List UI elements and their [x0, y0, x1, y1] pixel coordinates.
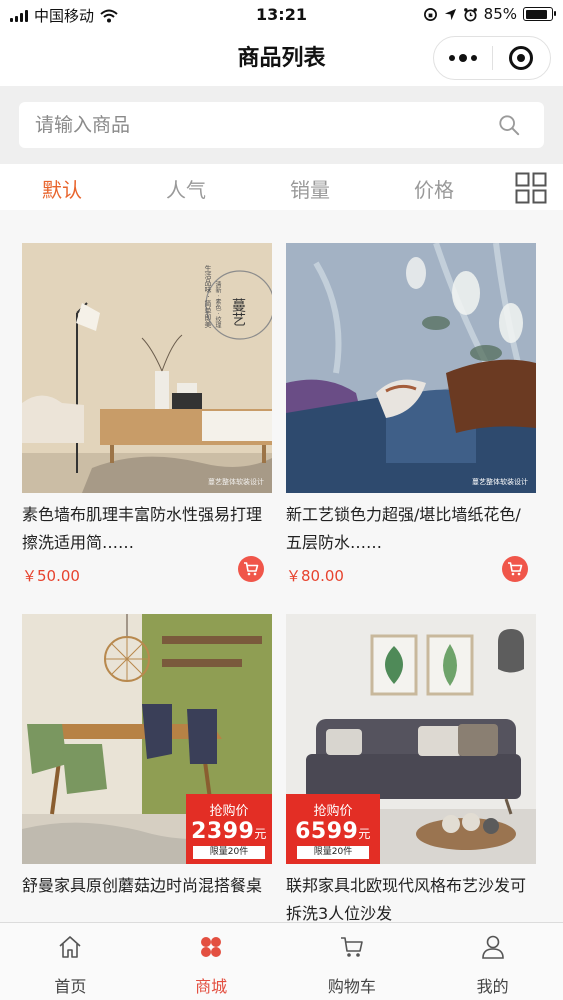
sort-tab-popularity[interactable]: 人气 [146, 174, 226, 203]
tab-label: 商城 [195, 977, 228, 996]
promo-price: 2399 [191, 819, 255, 844]
cart-icon [340, 937, 363, 957]
mini-program-capsule [433, 36, 551, 80]
tab-label: 购物车 [327, 977, 376, 996]
battery-percent: 85% [483, 5, 517, 23]
sort-bar: 默认 人气 销量 价格 [0, 164, 563, 210]
more-options-icon[interactable] [434, 53, 492, 62]
search-box [19, 102, 544, 148]
cart-icon [244, 562, 259, 576]
brand-tag-text: 清新 · 素色 · 纹理 [214, 281, 221, 329]
tab-label: 首页 [54, 977, 87, 996]
promo-tag: 抢购价 [209, 804, 249, 819]
promo-limit: 限量20件 [193, 846, 265, 859]
home-icon [59, 936, 81, 958]
status-bar: 中国移动 13:21 85% [0, 0, 563, 30]
product-name[interactable]: 素色墙布肌理丰富防水性强易打理擦洗适用简…… [22, 501, 272, 557]
product-grid: 蔓艺 生活品味 · 简单即美 清新 · 素色 · 纹理 蔓艺整体软装设计 素色墙… [0, 210, 563, 922]
product-card[interactable]: 抢购价 6599元 限量20件 联邦家具北欧现代风格布艺沙发可拆洗3人位沙发 [286, 614, 536, 922]
bottom-tab-bar: 首页 商城 购物车 我的 [0, 922, 563, 1000]
navigation-bar: 商品列表 [0, 30, 563, 86]
product-card[interactable]: 蔓艺 生活品味 · 简单即美 清新 · 素色 · 纹理 蔓艺整体软装设计 素色墙… [22, 243, 272, 586]
sort-tab-sales[interactable]: 销量 [270, 174, 350, 203]
product-image[interactable]: 蔓艺 生活品味 · 简单即美 清新 · 素色 · 纹理 蔓艺整体软装设计 [22, 243, 272, 493]
tab-label: 我的 [476, 977, 509, 996]
sort-tab-default[interactable]: 默认 [22, 174, 102, 203]
target-icon [509, 46, 534, 70]
product-card[interactable]: 蔓艺整体软装设计 新工艺锁色力超强/堪比墙纸花色/五层防水…… ￥80.00 [286, 243, 536, 586]
search-bar [0, 86, 563, 164]
promo-badge: 抢购价 6599元 限量20件 [286, 794, 380, 864]
product-price: ￥50.00 [22, 567, 80, 585]
promo-tag: 抢购价 [313, 804, 353, 819]
brand-logo-text: 蔓艺 [230, 298, 246, 326]
sort-tab-price[interactable]: 价格 [394, 174, 474, 203]
product-name[interactable]: 舒曼家具原创蘑菇边时尚混搭餐桌 [22, 872, 272, 922]
alarm-icon [463, 7, 477, 21]
search-icon[interactable] [498, 114, 520, 136]
promo-badge: 抢购价 2399元 限量20件 [186, 794, 272, 864]
product-name[interactable]: 联邦家具北欧现代风格布艺沙发可拆洗3人位沙发 [286, 872, 536, 922]
battery-icon [523, 7, 556, 21]
location-icon [444, 8, 456, 20]
mall-icon [201, 937, 222, 957]
promo-unit: 元 [254, 827, 267, 841]
tab-mall[interactable]: 商城 [141, 923, 282, 1000]
close-mini-program-button[interactable] [492, 46, 550, 70]
product-image[interactable]: 抢购价 6599元 限量20件 [286, 614, 536, 864]
product-price: ￥80.00 [286, 567, 344, 585]
image-watermark: 蔓艺整体软装设计 [208, 478, 264, 486]
cart-icon [508, 562, 523, 576]
add-to-cart-button[interactable] [502, 556, 528, 582]
product-image[interactable]: 抢购价 2399元 限量20件 [22, 614, 272, 864]
promo-unit: 元 [358, 827, 371, 841]
tab-profile[interactable]: 我的 [422, 923, 563, 1000]
product-name[interactable]: 新工艺锁色力超强/堪比墙纸花色/五层防水…… [286, 501, 536, 557]
product-card[interactable]: 抢购价 2399元 限量20件 舒曼家具原创蘑菇边时尚混搭餐桌 [22, 614, 272, 922]
tab-cart[interactable]: 购物车 [282, 923, 423, 1000]
promo-limit: 限量20件 [297, 846, 369, 859]
image-watermark: 蔓艺整体软装设计 [472, 478, 528, 486]
brand-slogan-text: 生活品味 · 简单即美 [204, 265, 212, 328]
tab-home[interactable]: 首页 [0, 923, 141, 1000]
grid-view-icon[interactable] [515, 172, 547, 204]
add-to-cart-button[interactable] [238, 556, 264, 582]
screen-lock-icon [423, 7, 437, 21]
product-image[interactable]: 蔓艺整体软装设计 [286, 243, 536, 493]
search-input[interactable] [19, 102, 459, 148]
promo-price: 6599 [295, 819, 359, 844]
user-icon [481, 935, 504, 959]
